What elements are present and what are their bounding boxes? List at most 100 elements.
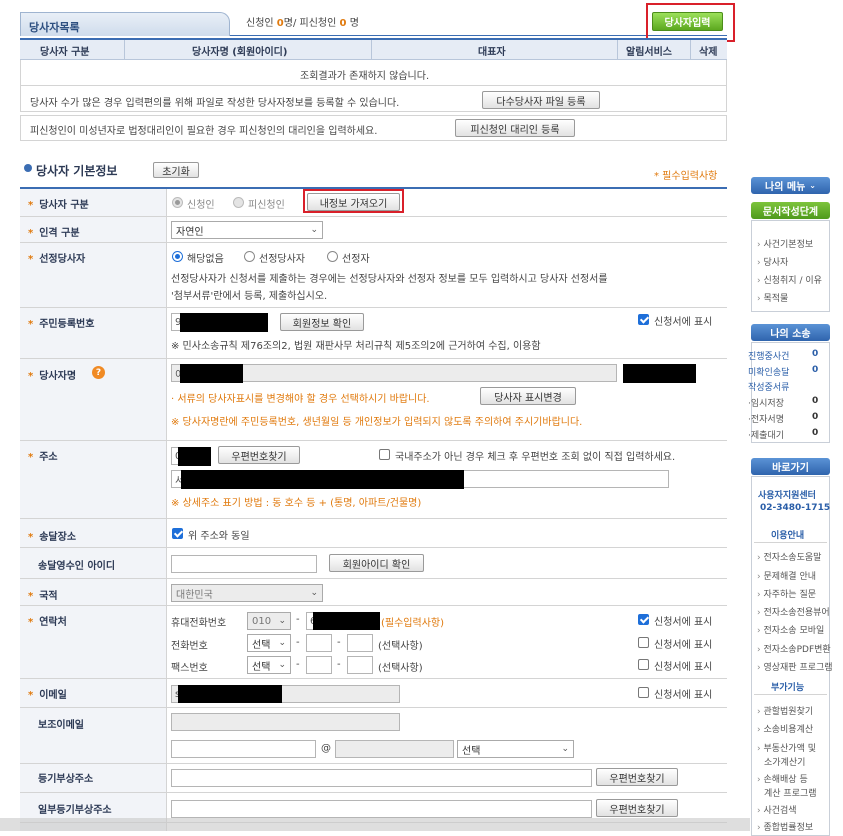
member-id-check-button[interactable]: 회원아이디 확인	[329, 554, 424, 572]
phone-mid-input[interactable]	[306, 634, 332, 652]
extra-item-damage[interactable]: 손해배상 등	[757, 772, 807, 785]
reset-button[interactable]: 초기화	[153, 162, 199, 178]
member-info-check-button[interactable]: 회원정보 확인	[280, 313, 364, 331]
case-item-unread[interactable]: 미확인송달	[748, 365, 789, 378]
case-count-esign: 0	[812, 412, 819, 422]
zip-search-button[interactable]: 우편번호찾기	[218, 446, 300, 464]
support-center-name: 사용자지원센터	[758, 491, 816, 501]
party-type-respondent-radio[interactable]	[233, 197, 244, 208]
person-type-label: * 인격 구분	[28, 228, 80, 239]
reg-address-input[interactable]	[171, 769, 592, 787]
aux-email-domain-select[interactable]: 선택 ⌄	[457, 740, 574, 758]
aux-email-id-input[interactable]	[171, 740, 316, 758]
my-menu-button[interactable]: 나의 메뉴 ⌄	[751, 177, 830, 194]
stage-item-object[interactable]: 목적물	[757, 291, 788, 304]
guide-item-video[interactable]: 영상재판 프로그램	[757, 660, 832, 673]
stage-item-party[interactable]: 당사자	[757, 255, 788, 268]
phone-prefix-select[interactable]: 선택 ⌄	[247, 634, 291, 652]
chevron-down-icon: ⌄	[310, 588, 318, 598]
person-type-select[interactable]: 자연인 ⌄	[171, 221, 323, 239]
resident-show-checkbox[interactable]	[638, 314, 649, 325]
resident-show-label: 신청서에 표시	[654, 317, 713, 328]
aux-email-full-input	[171, 713, 400, 731]
fax-show-checkbox[interactable]	[638, 659, 649, 670]
party-name-note2: ※ 당사자명란에 주민등록번호, 생년월일 등 개인정보가 입력되지 않도록 주…	[171, 417, 583, 428]
help-icon[interactable]: ?	[92, 366, 105, 379]
multi-party-file-button[interactable]: 다수당사자 파일 등록	[482, 91, 600, 109]
guide-item-troubleshoot[interactable]: 문제해결 안내	[757, 569, 816, 582]
fax-show-label: 신청서에 표시	[654, 662, 713, 673]
chevron-down-icon: ⌄	[561, 744, 569, 754]
guide-item-help[interactable]: 전자소송도움말	[757, 550, 821, 563]
my-case-header: 나의 소송	[751, 324, 830, 341]
foreign-address-checkbox[interactable]	[379, 449, 390, 460]
reg-zip-search-button[interactable]: 우편번호찾기	[596, 768, 678, 786]
mobile-label: 휴대전화번호	[171, 618, 227, 629]
foreign-address-label: 국내주소가 아닌 경우 체크 후 우편번호 조회 없이 직접 입력하세요.	[395, 452, 676, 463]
case-item-pending[interactable]: ·제출대기	[748, 428, 784, 441]
chevron-down-icon: ⌄	[278, 616, 286, 626]
col-representative: 대표자	[478, 47, 506, 58]
aux-email-label: 보조이메일	[38, 720, 84, 731]
case-count-ongoing: 0	[812, 349, 819, 359]
case-item-drafting[interactable]: 작성중서류	[748, 380, 789, 393]
guide-item-mobile[interactable]: 전자소송 모바일	[757, 623, 824, 636]
chevron-down-icon: ⌄	[310, 225, 318, 235]
aux-email-domain-input[interactable]	[335, 740, 454, 758]
party-display-change-button[interactable]: 당사자 표시변경	[480, 387, 576, 405]
extra-item-realestate[interactable]: 부동산가액 및	[757, 741, 816, 754]
party-type-applicant-radio[interactable]	[172, 197, 183, 208]
empty-message: 조회결과가 존재하지 않습니다.	[300, 71, 430, 82]
selected-party-radio[interactable]	[244, 251, 255, 262]
fax-mid-input[interactable]	[306, 656, 332, 674]
same-address-checkbox[interactable]	[172, 528, 183, 539]
selected-none-radio[interactable]	[172, 251, 183, 262]
basic-info-title: 당사자 기본정보	[36, 164, 118, 178]
stage-item-case-info[interactable]: 사건기본정보	[757, 237, 813, 250]
party-list-tab-label: 당사자목록	[29, 21, 80, 34]
guide-item-viewer[interactable]: 전자소송전용뷰어	[757, 605, 829, 618]
fax-last-input[interactable]	[347, 656, 373, 674]
extra-item-case-search[interactable]: 사건검색	[757, 803, 796, 816]
redacted-block	[178, 685, 282, 703]
extra-item-cost[interactable]: 소송비용계산	[757, 722, 813, 735]
partial-reg-address-input[interactable]	[171, 800, 592, 818]
redacted-block	[313, 612, 380, 630]
contact-show-label: 신청서에 표시	[654, 617, 713, 628]
horizontal-scrollbar[interactable]	[0, 818, 750, 831]
col-delete: 삭제	[699, 47, 718, 58]
case-item-temp[interactable]: ·임시저장	[748, 396, 784, 409]
contact-show-checkbox[interactable]	[638, 614, 649, 625]
selected-none-label: 해당없음	[187, 254, 224, 265]
selected-party-label: * 선정당사자	[28, 254, 86, 265]
address-note: ※ 상세주소 표기 방법 : 동 호수 등 + (통명, 아파트/건물명)	[171, 498, 422, 509]
extra-item-court[interactable]: 관할법원찾기	[757, 704, 813, 717]
selector-radio[interactable]	[327, 251, 338, 262]
address-label: * 주소	[28, 452, 58, 463]
nationality-label: * 국적	[28, 591, 58, 602]
stage-item-purpose[interactable]: 신청취지 / 이유	[757, 273, 821, 286]
at-sign: @	[321, 743, 331, 754]
phone-last-input[interactable]	[347, 634, 373, 652]
guide-item-faq[interactable]: 자주하는 질문	[757, 587, 816, 600]
phone-show-checkbox[interactable]	[638, 637, 649, 648]
delivery-id-label: 송달영수인 아이디	[38, 561, 116, 572]
note1-text: 당사자 수가 많은 경우 입력편의를 위해 파일로 작성한 당사자정보를 등록할…	[30, 98, 400, 109]
partial-reg-zip-search-button[interactable]: 우편번호찾기	[596, 799, 678, 817]
respondent-agent-button[interactable]: 피신청인 대리인 등록	[455, 119, 575, 137]
extra-item-law-info[interactable]: 종합법률정보	[757, 820, 813, 833]
mobile-prefix-select[interactable]: 010 ⌄	[247, 612, 291, 630]
delivery-id-input[interactable]	[171, 555, 317, 573]
case-item-esign[interactable]: ·전자서명	[748, 412, 784, 425]
case-item-ongoing[interactable]: 진행중사건	[748, 349, 789, 362]
section-bullet-icon	[24, 164, 32, 172]
guide-item-pdf[interactable]: 전자소송PDF변환	[757, 642, 830, 655]
nationality-select[interactable]: 대한민국 ⌄	[171, 584, 323, 602]
redacted-block	[623, 364, 696, 383]
fax-optional: (선택사항)	[378, 663, 423, 674]
email-show-checkbox[interactable]	[638, 687, 649, 698]
fax-prefix-select[interactable]: 선택 ⌄	[247, 656, 291, 674]
selected-party-desc2: '첨부서류'란에서 등록, 제출하십시오.	[171, 291, 328, 302]
redacted-block	[178, 447, 211, 466]
party-name-note1: · 서류의 당사자표시를 변경해야 할 경우 선택하시기 바랍니다.	[171, 394, 430, 405]
